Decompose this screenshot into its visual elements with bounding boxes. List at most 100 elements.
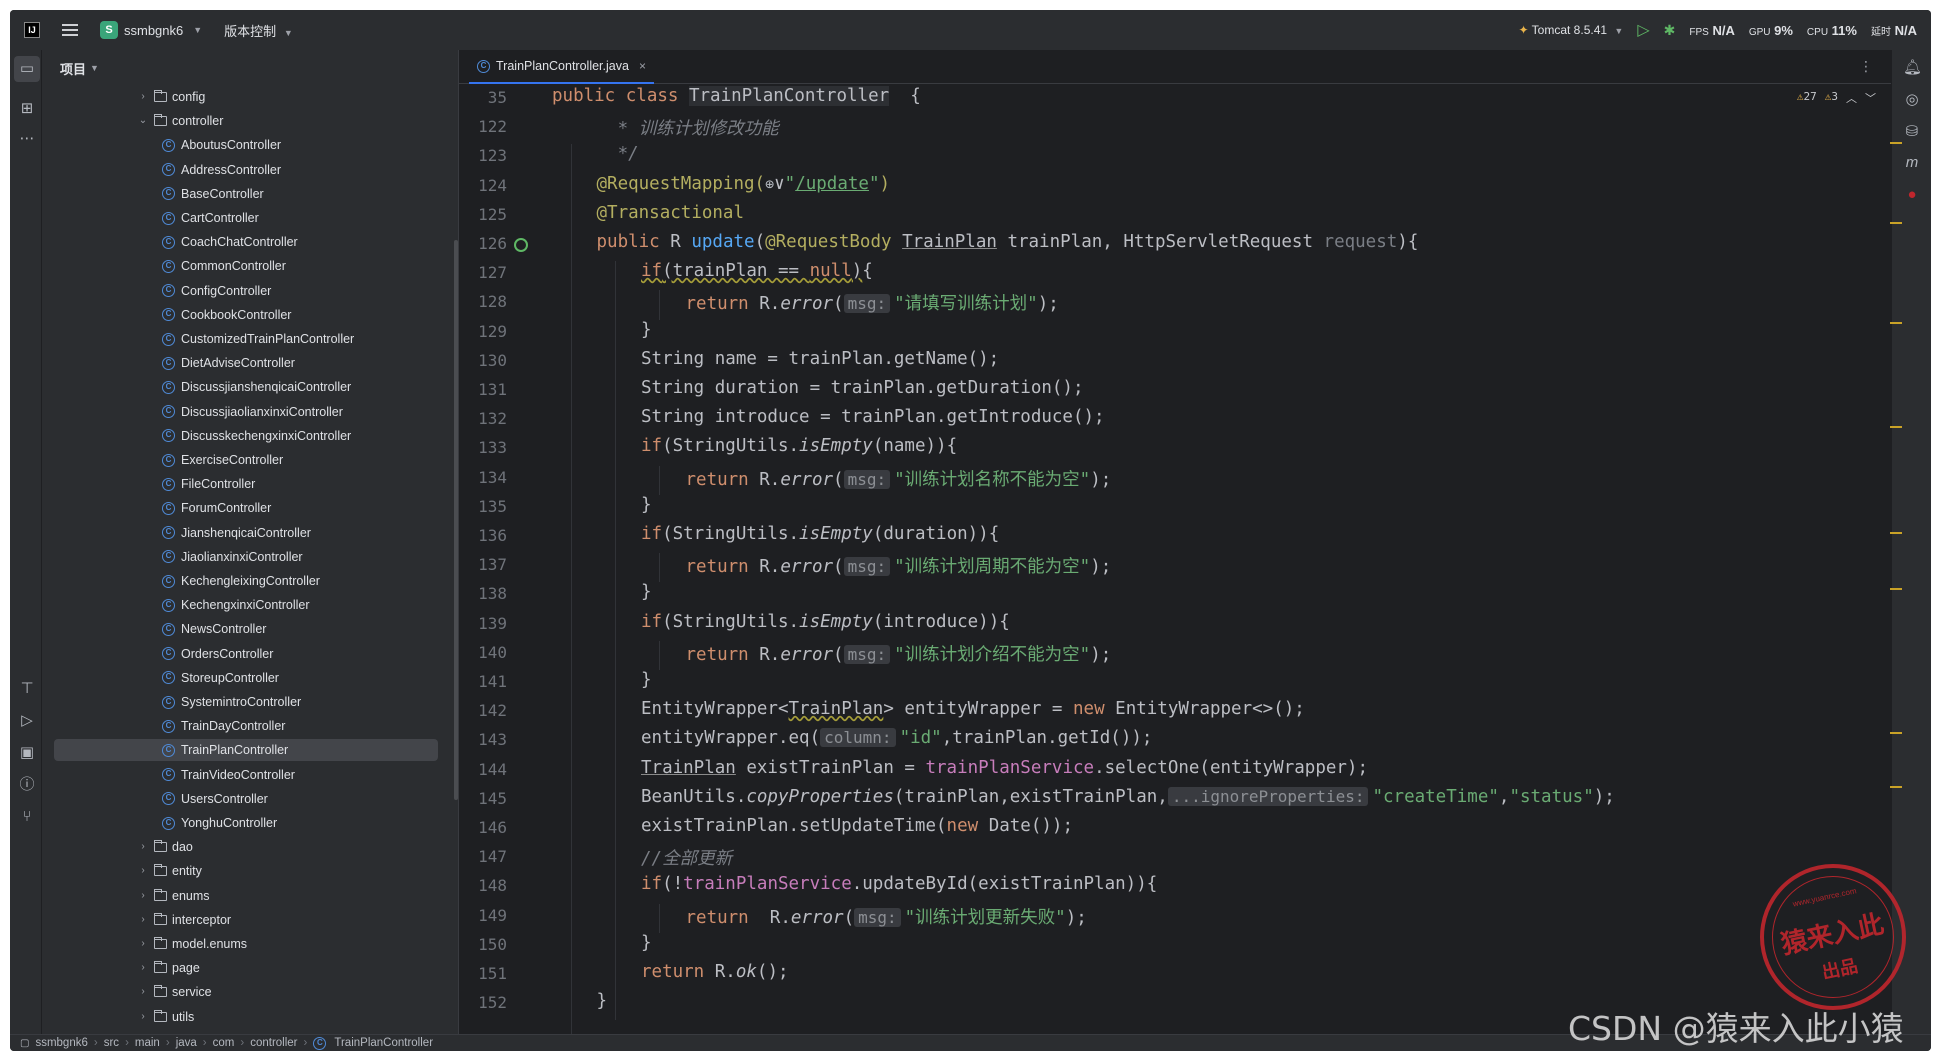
project-panel-header[interactable]: 项目 ▼	[42, 50, 458, 86]
close-icon[interactable]: ×	[639, 59, 646, 73]
tree-folder[interactable]: › dao	[136, 836, 193, 858]
tree-class-item[interactable]: C StoreupController	[162, 667, 279, 689]
tree-class-item[interactable]: C AboutusController	[162, 134, 281, 156]
ide-logo-icon[interactable]: IJ	[24, 22, 40, 38]
chevron-right-icon[interactable]: ›	[136, 860, 150, 882]
warning-marker[interactable]	[1890, 142, 1902, 144]
more-icon[interactable]: ⋯	[18, 130, 36, 148]
line-number: 135	[478, 496, 507, 516]
more-icon[interactable]: ⋮	[1859, 58, 1873, 75]
tree-folder[interactable]: › page	[136, 957, 200, 979]
breadcrumb-item[interactable]: controller	[250, 1037, 297, 1049]
tree-folder[interactable]: › interceptor	[136, 909, 231, 931]
tree-class-item[interactable]: C UsersController	[162, 788, 268, 810]
code-line: if(StringUtils.isEmpty(name)){	[641, 436, 957, 456]
debug-icon[interactable]: ✱	[1664, 22, 1676, 39]
ai-assistant-icon[interactable]: ◎	[1903, 90, 1921, 108]
run-config-selector[interactable]: ✦ Tomcat 8.5.41 ▼	[1518, 23, 1623, 37]
chevron-right-icon[interactable]: ›	[136, 909, 150, 931]
problems-icon[interactable]: ⓘ	[18, 776, 36, 794]
tree-class-item[interactable]: C ExerciseController	[162, 449, 283, 471]
maven-icon[interactable]: m	[1903, 154, 1921, 171]
project-selector[interactable]: S ssmbgnk6 ▼	[100, 21, 202, 39]
tree-class-item[interactable]: C DiscussjianshenqicaiController	[162, 376, 351, 398]
warning-marker[interactable]	[1890, 532, 1902, 534]
tree-class-item[interactable]: C DietAdviseController	[162, 352, 295, 374]
warning-marker[interactable]	[1890, 426, 1902, 428]
warning-marker[interactable]	[1890, 732, 1902, 734]
editor-tab-bar: C TrainPlanController.java × ⋮	[459, 50, 1891, 84]
warning-marker[interactable]	[1890, 222, 1902, 224]
line-number: 138	[478, 584, 507, 604]
code-token: "status"	[1509, 786, 1594, 807]
tree-class-item[interactable]: C FileController	[162, 473, 255, 495]
tree-class-item[interactable]: C ConfigController	[162, 280, 271, 302]
tab-trainplancontroller[interactable]: C TrainPlanController.java ×	[469, 50, 654, 84]
tree-class-item[interactable]: C JianshenqicaiController	[162, 522, 311, 544]
tree-folder[interactable]: › config	[136, 86, 205, 108]
structure-icon[interactable]: ⊞	[18, 100, 36, 118]
tree-class-item[interactable]: C KechengleixingController	[162, 570, 320, 592]
breadcrumb-item[interactable]: TrainPlanController	[334, 1037, 433, 1049]
tree-folder[interactable]: › entity	[136, 860, 202, 882]
tree-class-item[interactable]: C OrdersController	[162, 643, 273, 665]
tree-class-item[interactable]: C AddressController	[162, 159, 281, 181]
tree-folder[interactable]: › enums	[136, 885, 210, 907]
tree-class-item[interactable]: C JiaolianxinxiController	[162, 546, 303, 568]
tree-class-item[interactable]: C CookbookController	[162, 304, 291, 326]
vcs-menu[interactable]: 版本控制 ▼	[224, 21, 293, 40]
tree-class-item[interactable]: C CustomizedTrainPlanController	[162, 328, 354, 350]
notifications-icon[interactable]: 🔔︎	[1903, 58, 1922, 76]
breadcrumb-item[interactable]: src	[104, 1037, 119, 1049]
services-icon[interactable]: ▷	[18, 712, 36, 730]
line-number: 126	[478, 234, 507, 253]
tree-folder[interactable]: ⌄ controller	[136, 110, 223, 132]
tree-class-item[interactable]: C CartController	[162, 207, 259, 229]
tree-folder[interactable]: › service	[136, 981, 212, 1003]
database-icon[interactable]: ⛁	[1903, 122, 1921, 140]
chevron-right-icon[interactable]: ›	[136, 1006, 150, 1028]
chevron-right-icon[interactable]: ›	[136, 86, 150, 108]
warning-marker[interactable]	[1890, 322, 1902, 324]
tree-class-item[interactable]: C YonghuController	[162, 812, 277, 834]
build-icon[interactable]: ⊤	[18, 680, 36, 698]
chevron-right-icon[interactable]: ›	[136, 981, 150, 1003]
warning-marker[interactable]	[1890, 786, 1902, 788]
endpoint-gutter-icon[interactable]	[514, 238, 528, 252]
breadcrumb-item[interactable]: java	[176, 1037, 197, 1049]
inspection-widget[interactable]: ⚠27 ⚠3 ︿ ﹀	[1797, 90, 1876, 106]
chevron-right-icon[interactable]: ›	[136, 836, 150, 858]
tree-class-item[interactable]: C TrainPlanController	[162, 739, 288, 761]
tree-class-item[interactable]: C TrainDayController	[162, 715, 285, 737]
tree-class-item[interactable]: C ForumController	[162, 497, 271, 519]
tree-class-item[interactable]: C CommonController	[162, 255, 286, 277]
warning-marker[interactable]	[1890, 588, 1902, 590]
run-icon[interactable]: ▷	[1637, 20, 1649, 40]
project-folder-icon[interactable]: ▭	[14, 56, 40, 82]
git-icon[interactable]: ⑂	[18, 808, 36, 826]
code-view[interactable]: ⚠27 ⚠3 ︿ ﹀ 35 public class TrainPlanContr…	[459, 84, 1892, 1051]
terminal-icon[interactable]: ▣	[18, 744, 36, 762]
chevron-down-icon[interactable]: ⌄	[136, 110, 150, 132]
line-number: 134	[478, 467, 507, 487]
tree-folder[interactable]: › utils	[136, 1006, 194, 1028]
tree-class-item[interactable]: C DiscussjiaolianxinxiController	[162, 401, 343, 423]
breadcrumb-item[interactable]: ssmbgnk6	[35, 1037, 87, 1049]
tree-class-item[interactable]: C TrainVideoController	[162, 764, 295, 786]
tree-class-item[interactable]: C NewsController	[162, 618, 266, 640]
breadcrumb-item[interactable]: main	[135, 1037, 160, 1049]
plugin-icon[interactable]: ●	[1903, 186, 1921, 203]
tree-class-item[interactable]: C SystemintroController	[162, 691, 301, 713]
tree-folder[interactable]: › model.enums	[136, 933, 247, 955]
tree-class-item[interactable]: C CoachChatController	[162, 231, 298, 253]
tree-class-item[interactable]: C BaseController	[162, 183, 264, 205]
chevron-right-icon[interactable]: ›	[136, 957, 150, 979]
tree-class-item[interactable]: C KechengxinxiController	[162, 594, 310, 616]
chevron-down-icon[interactable]: ﹀	[1865, 90, 1876, 106]
chevron-up-icon[interactable]: ︿	[1846, 90, 1857, 106]
chevron-right-icon[interactable]: ›	[136, 933, 150, 955]
main-menu-icon[interactable]	[62, 24, 78, 36]
tree-class-item[interactable]: C DiscusskechengxinxiController	[162, 425, 351, 447]
breadcrumb-item[interactable]: com	[213, 1037, 235, 1049]
chevron-right-icon[interactable]: ›	[136, 885, 150, 907]
